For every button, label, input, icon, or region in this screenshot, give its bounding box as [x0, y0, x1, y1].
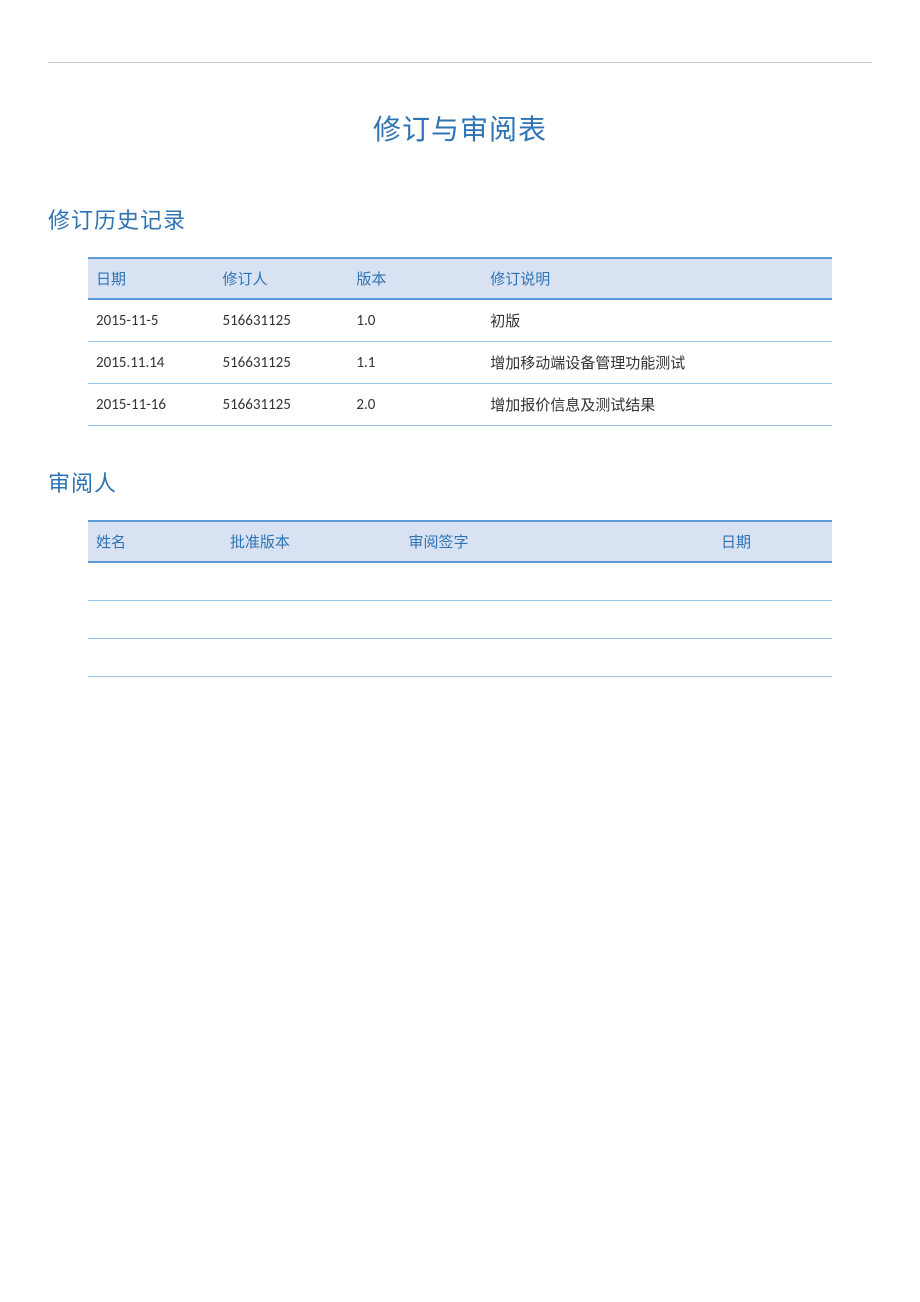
cell-date: 2015-11-16: [88, 384, 214, 426]
revision-table-header-row: 日期 修订人 版本 修订说明: [88, 258, 832, 299]
cell-reviser: 516631125: [214, 384, 348, 426]
header-reviser: 修订人: [214, 258, 348, 299]
cell-date: 2015-11-5: [88, 299, 214, 342]
reviewer-table-header-row: 姓名 批准版本 审阅签字 日期: [88, 521, 832, 562]
header-description: 修订说明: [482, 258, 832, 299]
cell-approved-version: [222, 562, 401, 600]
table-row: 2015-11-5 516631125 1.0 初版: [88, 299, 832, 342]
cell-signature: [400, 600, 712, 638]
header-name: 姓名: [88, 521, 222, 562]
cell-version: 1.0: [348, 299, 482, 342]
reviewer-table-wrap: 姓名 批准版本 审阅签字 日期: [48, 520, 872, 677]
cell-reviewer-date: [713, 638, 832, 676]
cell-version: 2.0: [348, 384, 482, 426]
reviewer-table: 姓名 批准版本 审阅签字 日期: [88, 520, 832, 677]
header-reviewer-date: 日期: [713, 521, 832, 562]
cell-name: [88, 638, 222, 676]
cell-version: 1.1: [348, 342, 482, 384]
header-signature: 审阅签字: [400, 521, 712, 562]
table-row: 2015-11-16 516631125 2.0 增加报价信息及测试结果: [88, 384, 832, 426]
cell-name: [88, 600, 222, 638]
header-version: 版本: [348, 258, 482, 299]
cell-description: 增加移动端设备管理功能测试: [482, 342, 832, 384]
revision-table: 日期 修订人 版本 修订说明 2015-11-5 516631125 1.0 初…: [88, 257, 832, 426]
header-approved-version: 批准版本: [222, 521, 401, 562]
header-date: 日期: [88, 258, 214, 299]
page-title: 修订与审阅表: [48, 108, 872, 148]
cell-signature: [400, 562, 712, 600]
cell-description: 初版: [482, 299, 832, 342]
header-rule: [48, 62, 872, 63]
cell-reviewer-date: [713, 562, 832, 600]
cell-name: [88, 562, 222, 600]
cell-approved-version: [222, 600, 401, 638]
cell-signature: [400, 638, 712, 676]
cell-description: 增加报价信息及测试结果: [482, 384, 832, 426]
reviewer-heading: 审阅人: [48, 466, 872, 498]
document-page: 修订与审阅表 修订历史记录 日期 修订人 版本 修订说明 2015-11-5 5…: [0, 62, 920, 677]
table-row: [88, 600, 832, 638]
table-row: 2015.11.14 516631125 1.1 增加移动端设备管理功能测试: [88, 342, 832, 384]
revision-table-wrap: 日期 修订人 版本 修订说明 2015-11-5 516631125 1.0 初…: [48, 257, 872, 426]
cell-date: 2015.11.14: [88, 342, 214, 384]
table-row: [88, 562, 832, 600]
cell-reviewer-date: [713, 600, 832, 638]
revision-history-heading: 修订历史记录: [48, 203, 872, 235]
table-row: [88, 638, 832, 676]
cell-reviser: 516631125: [214, 299, 348, 342]
cell-approved-version: [222, 638, 401, 676]
cell-reviser: 516631125: [214, 342, 348, 384]
